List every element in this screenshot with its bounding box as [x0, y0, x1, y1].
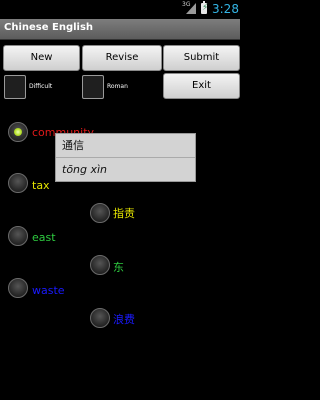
revise-button[interactable]: Revise: [82, 45, 162, 71]
app-title: Chinese English: [4, 22, 94, 33]
roman-checkbox[interactable]: [82, 75, 104, 99]
answer-radio-6[interactable]: [90, 308, 110, 328]
roman-label: Roman: [107, 83, 128, 90]
answer-label-2[interactable]: 指责: [113, 207, 135, 221]
answer-label-3[interactable]: east: [32, 231, 56, 245]
submit-button[interactable]: Submit: [163, 45, 240, 71]
status-time: 3:28: [212, 2, 239, 16]
answer-radio-4[interactable]: [90, 255, 110, 275]
popup-hanzi: 通信: [62, 139, 84, 152]
signal-icon: [186, 3, 196, 14]
difficult-label: Difficult: [29, 83, 53, 90]
answer-label-5[interactable]: waste: [32, 284, 65, 298]
word-popup: 通信 tōng xìn: [55, 133, 196, 182]
exit-button[interactable]: Exit: [163, 73, 240, 99]
popup-pinyin: tōng xìn: [56, 157, 195, 181]
answer-label-1[interactable]: tax: [32, 179, 50, 193]
answer-radio-0[interactable]: [8, 122, 28, 142]
answer-label-4[interactable]: 东: [113, 261, 124, 275]
answer-radio-3[interactable]: [8, 226, 28, 246]
charging-bolt-icon: ⚡: [202, 3, 209, 13]
answer-label-6[interactable]: 浪费: [113, 313, 135, 327]
answer-radio-2[interactable]: [90, 203, 110, 223]
app-title-bar: Chinese English: [0, 19, 240, 40]
answer-radio-5[interactable]: [8, 278, 28, 298]
difficult-checkbox[interactable]: [4, 75, 26, 99]
status-bar: 3G ⚡ 3:28: [0, 0, 240, 18]
new-button[interactable]: New: [3, 45, 80, 71]
answer-radio-1[interactable]: [8, 173, 28, 193]
